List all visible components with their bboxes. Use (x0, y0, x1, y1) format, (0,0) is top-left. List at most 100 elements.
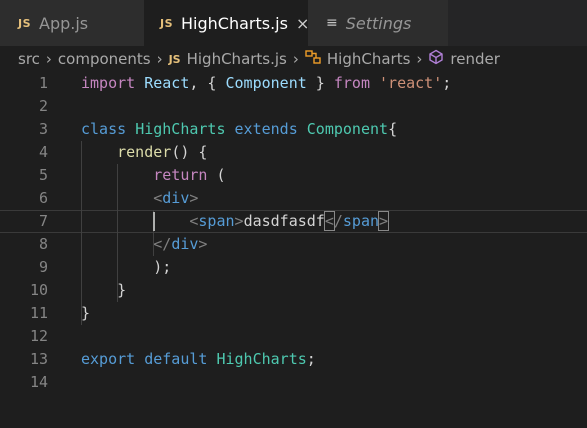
code-line[interactable]: 6 <div> (0, 187, 587, 210)
code-token: import (81, 74, 136, 92)
code-token: > (189, 189, 199, 207)
line-number: 10 (29, 281, 48, 299)
code-token: > (198, 235, 208, 253)
line-number: 4 (38, 143, 48, 161)
code-token: Component (306, 120, 389, 138)
code-token: HighCharts (135, 120, 226, 138)
code-line[interactable]: 4 render() { (0, 141, 587, 164)
tab-bar: JS App.js JS HighCharts.js × ≡ Settings (0, 0, 587, 46)
indent-guide (81, 141, 82, 325)
code-line[interactable]: 7 <span>dasdfasdf</span> (0, 210, 587, 233)
code-line[interactable]: 12 (0, 325, 587, 348)
code-token: </ (153, 235, 172, 253)
code-line[interactable]: 9 ); (0, 256, 587, 279)
code-line[interactable]: 10 } (0, 279, 587, 302)
tab-settings[interactable]: ≡ Settings (308, 0, 448, 46)
line-number: 2 (38, 97, 48, 115)
chevron-right-icon: › (416, 50, 423, 68)
code-token: return (153, 166, 208, 184)
code-token: div (162, 189, 190, 207)
code-token: class (81, 120, 127, 138)
breadcrumb-item-method[interactable]: render (450, 50, 500, 68)
code-text: render() { (81, 141, 207, 164)
settings-list-icon: ≡ (326, 15, 338, 31)
line-number: 6 (38, 189, 48, 207)
code-line[interactable]: 13 export default HighCharts; (0, 348, 587, 371)
code-token: ; (442, 74, 452, 92)
code-text: ); (81, 256, 171, 279)
code-text: export default HighCharts; (81, 348, 316, 371)
line-number: 3 (38, 120, 48, 138)
code-line[interactable]: 14 (0, 371, 587, 394)
breadcrumb-item-components[interactable]: components (58, 50, 151, 68)
code-token: < (323, 211, 335, 231)
line-number: 7 (38, 212, 48, 230)
code-token: } (81, 304, 91, 322)
code-text: return ( (81, 164, 226, 187)
code-token: HighCharts (216, 350, 307, 368)
code-token: () { (171, 143, 208, 161)
code-token: / (333, 212, 343, 230)
code-line[interactable]: 2 (0, 95, 587, 118)
code-text: } (81, 279, 126, 302)
code-token: dasdfasdf (243, 212, 325, 230)
line-number: 13 (29, 350, 48, 368)
method-symbol-icon (428, 49, 444, 69)
line-number: 14 (29, 373, 48, 391)
code-token: 'react' (379, 74, 443, 92)
code-token: } (81, 281, 127, 299)
tab-label: Settings (345, 13, 412, 33)
js-file-icon: JS (18, 16, 32, 30)
code-token: < (153, 189, 163, 207)
text-cursor (153, 212, 156, 231)
code-line[interactable]: 11} (0, 302, 587, 325)
tab-app-js[interactable]: JS App.js (0, 0, 144, 46)
chevron-right-icon: › (45, 50, 52, 68)
tab-label: HighCharts.js (181, 13, 288, 33)
line-number: 8 (38, 235, 48, 253)
code-token: , { (189, 74, 226, 92)
code-text: <span>dasdfasdf</span> (81, 211, 390, 232)
js-file-icon: JS (168, 52, 181, 66)
code-token: ( (207, 166, 226, 184)
code-token: default (144, 350, 208, 368)
line-number: 12 (29, 327, 48, 345)
line-number: 1 (38, 74, 48, 92)
tab-label: App.js (39, 13, 89, 33)
line-number: 11 (29, 304, 48, 322)
code-text: </div> (81, 233, 207, 256)
chevron-right-icon: › (292, 50, 299, 68)
breadcrumb-item-file[interactable]: HighCharts.js (187, 50, 287, 68)
breadcrumb: src › components › JS HighCharts.js › Hi… (0, 46, 587, 72)
js-file-icon: JS (160, 16, 174, 30)
code-token: render (117, 143, 172, 161)
tab-highcharts-js[interactable]: JS HighCharts.js × (144, 0, 309, 46)
code-token: > (234, 212, 244, 230)
class-symbol-icon (305, 50, 321, 68)
code-token: ; (306, 350, 316, 368)
code-line[interactable]: 5 return ( (0, 164, 587, 187)
code-token: } (306, 74, 334, 92)
breadcrumb-item-class[interactable]: HighCharts (327, 50, 411, 68)
code-token: from (333, 74, 370, 92)
breadcrumb-item-src[interactable]: src (18, 50, 40, 68)
code-token: span (342, 212, 380, 230)
code-token: > (378, 211, 390, 231)
code-token: span (198, 212, 235, 230)
code-line[interactable]: 1 import React, { Component } from 'react… (0, 72, 587, 95)
code-line[interactable]: 8 </div> (0, 233, 587, 256)
code-text: } (81, 302, 90, 325)
code-text: class HighCharts extends Component{ (81, 118, 397, 141)
code-token: React (144, 74, 190, 92)
code-token: Component (225, 74, 307, 92)
code-editor[interactable]: 1 import React, { Component } from 'react… (0, 72, 587, 428)
code-line[interactable]: 3 class HighCharts extends Component{ (0, 118, 587, 141)
code-text: import React, { Component } from 'react'… (81, 72, 451, 95)
chevron-right-icon: › (156, 50, 163, 68)
